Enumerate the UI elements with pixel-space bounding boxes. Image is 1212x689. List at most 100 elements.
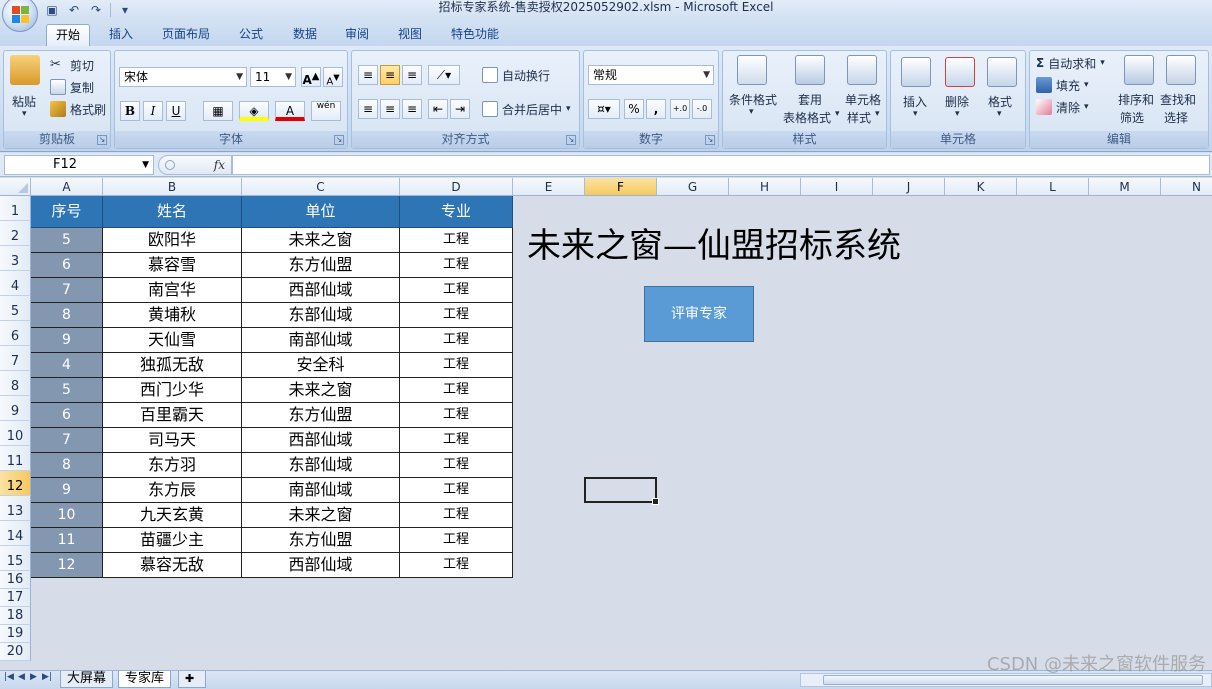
comma-button[interactable]: , <box>646 99 666 119</box>
format-as-table-label-1[interactable]: 套用 <box>798 91 822 108</box>
column-header-a[interactable]: A <box>31 178 103 196</box>
paste-button[interactable]: 粘贴 <box>12 93 36 110</box>
autosum-button[interactable]: Σ 自动求和 ▾ <box>1036 53 1105 73</box>
name-box[interactable]: F12 ▼ <box>4 155 154 175</box>
column-header-d[interactable]: D <box>400 178 513 196</box>
align-center-button[interactable]: ≡ <box>380 99 400 119</box>
align-middle-button[interactable]: ≡ <box>380 65 400 85</box>
cell-name[interactable]: 九天玄黄 <box>103 503 242 528</box>
paste-icon[interactable] <box>10 55 40 85</box>
binoculars-icon[interactable] <box>1166 55 1196 85</box>
delete-cells-icon[interactable] <box>945 57 975 87</box>
cell-name[interactable]: 黄埔秋 <box>103 303 242 328</box>
align-right-button[interactable]: ≡ <box>402 99 422 119</box>
cell-specialty[interactable]: 工程 <box>400 503 513 528</box>
row-header-8[interactable]: 8 <box>0 371 31 396</box>
worksheet-grid[interactable]: ABCDEFGHIJKLMN 1 2 3 4 5 6 7 8 9 10 11 12 13 14 15 16 17… <box>0 178 1212 670</box>
cell-unit[interactable]: 西部仙域 <box>242 278 400 303</box>
decrease-indent-button[interactable]: ⇤ <box>428 99 448 119</box>
cell-index[interactable]: 7 <box>31 428 103 453</box>
sort-filter-icon[interactable] <box>1124 55 1154 85</box>
header-specialty[interactable]: 专业 <box>400 196 513 228</box>
find-select-label-1[interactable]: 查找和 <box>1160 91 1196 108</box>
font-family-select[interactable]: 宋体 ▼ <box>119 67 247 87</box>
align-top-button[interactable]: ≡ <box>358 65 378 85</box>
clipboard-launcher-icon[interactable]: ↘ <box>97 135 107 145</box>
cell-name[interactable]: 独孤无敌 <box>103 353 242 378</box>
row-header-18[interactable]: 18 <box>0 607 31 625</box>
active-cell-selection[interactable] <box>584 477 659 505</box>
cell-index[interactable]: 4 <box>31 353 103 378</box>
cell-unit[interactable]: 南部仙域 <box>242 478 400 503</box>
cell-index[interactable]: 7 <box>31 278 103 303</box>
scrollbar-thumb[interactable] <box>823 675 1203 685</box>
sheet-tab-big-screen[interactable]: 大屏幕 <box>60 671 114 688</box>
tab-view[interactable]: 视图 <box>389 24 431 46</box>
cell-specialty[interactable]: 工程 <box>400 528 513 553</box>
decrease-decimal-button[interactable]: -.0 <box>692 99 712 119</box>
cell-unit[interactable]: 东方仙盟 <box>242 403 400 428</box>
row-header-16[interactable]: 16 <box>0 571 31 589</box>
cell-index[interactable]: 12 <box>31 553 103 578</box>
expand-icon[interactable] <box>165 160 175 170</box>
cell-name[interactable]: 东方辰 <box>103 478 242 503</box>
align-bottom-button[interactable]: ≡ <box>402 65 422 85</box>
format-cells-icon[interactable] <box>987 57 1017 87</box>
phonetic-button[interactable]: wén <box>311 101 341 121</box>
sheet-tab-expert-library[interactable]: 专家库 <box>118 671 172 688</box>
grow-font-button[interactable]: A▲ <box>301 67 321 87</box>
select-all-button[interactable] <box>0 178 31 196</box>
row-header-10[interactable]: 10 <box>0 421 31 446</box>
number-launcher-icon[interactable]: ↘ <box>705 135 715 145</box>
cell-index[interactable]: 9 <box>31 328 103 353</box>
cell-specialty[interactable]: 工程 <box>400 303 513 328</box>
font-size-select[interactable]: 11 ▼ <box>250 67 296 87</box>
cell-specialty[interactable]: 工程 <box>400 278 513 303</box>
cell-specialty[interactable]: 工程 <box>400 378 513 403</box>
format-cells-button[interactable]: 格式 <box>988 93 1012 110</box>
delete-cells-button[interactable]: 删除 <box>945 93 969 110</box>
formula-input[interactable] <box>232 155 1210 175</box>
row-header-13[interactable]: 13 <box>0 496 31 521</box>
cell-specialty[interactable]: 工程 <box>400 428 513 453</box>
cell-name[interactable]: 百里霸天 <box>103 403 242 428</box>
accounting-format-button[interactable]: ¤▾ <box>588 99 620 119</box>
header-name[interactable]: 姓名 <box>103 196 242 228</box>
tab-data[interactable]: 数据 <box>284 24 326 46</box>
cell-unit[interactable]: 未来之窗 <box>242 503 400 528</box>
row-header-15[interactable]: 15 <box>0 546 31 571</box>
column-header-n[interactable]: N <box>1161 178 1212 196</box>
column-header-b[interactable]: B <box>103 178 242 196</box>
font-color-button[interactable]: A <box>275 101 305 121</box>
underline-button[interactable]: U <box>166 101 186 121</box>
row-header-7[interactable]: 7 <box>0 346 31 371</box>
sort-filter-label-2[interactable]: 筛选 <box>1120 109 1144 126</box>
tab-formulas[interactable]: 公式 <box>230 24 272 46</box>
header-unit[interactable]: 单位 <box>242 196 400 228</box>
shrink-font-button[interactable]: A▼ <box>323 67 343 87</box>
increase-decimal-button[interactable]: +.0 <box>670 99 690 119</box>
row-header-17[interactable]: 17 <box>0 589 31 607</box>
cell-specialty[interactable]: 工程 <box>400 228 513 253</box>
last-sheet-icon[interactable]: ▶| <box>42 672 52 682</box>
cell-index[interactable]: 6 <box>31 253 103 278</box>
format-as-table-icon[interactable] <box>795 55 825 85</box>
borders-button[interactable]: ▦ <box>203 101 233 121</box>
next-sheet-icon[interactable]: ▶ <box>30 672 37 682</box>
tab-review[interactable]: 审阅 <box>336 24 378 46</box>
row-header-12[interactable]: 12 <box>0 471 31 496</box>
fill-color-button[interactable]: ◈ <box>239 101 269 121</box>
insert-sheet-icon[interactable]: ✚ <box>178 671 206 688</box>
cell-unit[interactable]: 南部仙域 <box>242 328 400 353</box>
cell-styles-icon[interactable] <box>847 55 877 85</box>
cell-specialty[interactable]: 工程 <box>400 553 513 578</box>
row-header-9[interactable]: 9 <box>0 396 31 421</box>
cell-specialty[interactable]: 工程 <box>400 253 513 278</box>
cell-specialty[interactable]: 工程 <box>400 478 513 503</box>
column-header-h[interactable]: H <box>729 178 801 196</box>
cell-unit[interactable]: 西部仙域 <box>242 428 400 453</box>
row-header-5[interactable]: 5 <box>0 296 31 321</box>
increase-indent-button[interactable]: ⇥ <box>450 99 470 119</box>
cell-name[interactable]: 南宫华 <box>103 278 242 303</box>
cell-name[interactable]: 慕容雪 <box>103 253 242 278</box>
